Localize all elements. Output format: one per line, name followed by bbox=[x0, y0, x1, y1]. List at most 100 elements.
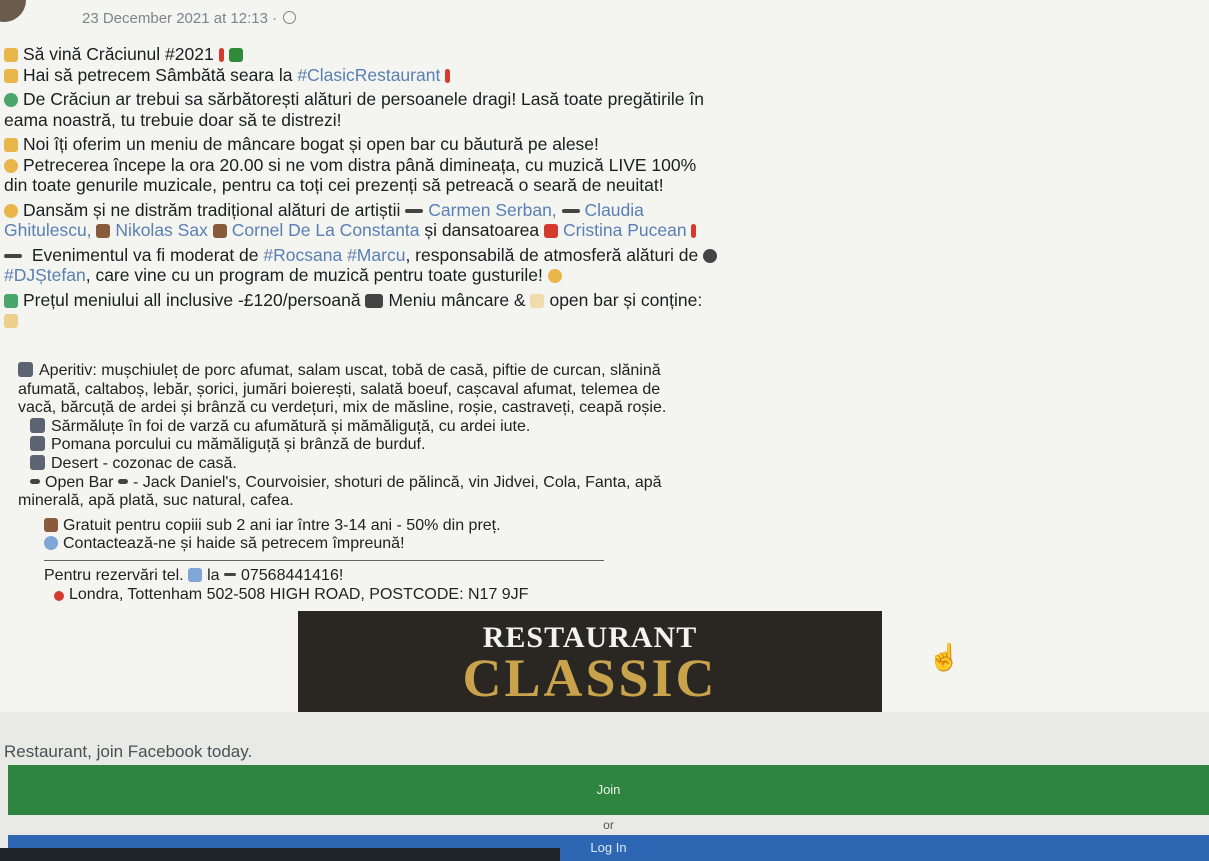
text-span: și dansatoarea bbox=[424, 220, 540, 240]
post-line: Petrecerea începe la ora 20.00 si ne vom… bbox=[4, 155, 1194, 176]
number-one-icon bbox=[18, 362, 33, 377]
banner-subtitle: CLASSIC bbox=[462, 648, 718, 708]
menu-item: Londra, Tottenham 502-508 HIGH ROAD, POS… bbox=[18, 586, 1138, 605]
text-span: Aperitiv: mușchiuleț de porc afumat, sal… bbox=[39, 362, 661, 379]
text-span: la bbox=[207, 566, 220, 584]
text-span: afumată, caltaboș, lebăr, șorici, jumări… bbox=[18, 380, 661, 398]
facebook-post: 23 December 2021 at 12:13 · Să vină Crăc… bbox=[0, 0, 1209, 712]
headphones-icon bbox=[703, 248, 718, 263]
menu-list: Aperitiv: mușchiuleț de porc afumat, sal… bbox=[18, 362, 1138, 604]
text-span: Desert - cozonac de casă. bbox=[51, 454, 237, 472]
text-span: Meniu mâncare & bbox=[388, 289, 526, 310]
menu-item: Open Bar - Jack Daniel's, Courvoisier, s… bbox=[18, 474, 1138, 493]
pointing-down-icon bbox=[4, 314, 18, 328]
post-line: #DJȘtefan, care vine cu un program de mu… bbox=[4, 265, 1194, 286]
post-line: Să vină Crăciunul #2021 bbox=[4, 44, 1194, 65]
text-span: Evenimentul va fi moderat de bbox=[31, 244, 259, 265]
exclamation-icon bbox=[218, 48, 224, 62]
text-span: , responsabilă de atmosferă alături de bbox=[405, 244, 699, 265]
artist-link[interactable]: Carmen Serban, bbox=[428, 200, 556, 220]
emoji-icon bbox=[4, 93, 18, 107]
text-span: Să vină Crăciunul #2021 bbox=[23, 44, 214, 64]
text-span: - Jack Daniel's, Courvoisier, shoturi de… bbox=[132, 473, 662, 491]
microphone-icon bbox=[405, 208, 424, 213]
post-line: Noi îți oferim un meniu de mâncare bogat… bbox=[4, 134, 1194, 155]
wink-icon bbox=[547, 269, 562, 283]
menu-item: Desert - cozonac de casă. bbox=[18, 454, 1138, 474]
taskbar bbox=[0, 848, 560, 861]
post-line: Hai să petrecem Sâmbătă seara la #Clasic… bbox=[4, 65, 1194, 86]
text-span: Pomana porcului cu mămăliguță și brânză … bbox=[51, 436, 426, 454]
menu-item: Sărmăluțe în foi de varză cu afumătură ș… bbox=[18, 417, 1138, 437]
timestamp-text[interactable]: 23 December 2021 at 12:13 · bbox=[82, 10, 277, 27]
menu-item: Pomana porcului cu mămăliguță și brânză … bbox=[18, 436, 1138, 455]
text-span: Open Bar bbox=[45, 473, 114, 491]
hashtag-link[interactable]: #Rocsana #Marcu bbox=[263, 245, 405, 265]
drink-icon bbox=[117, 478, 128, 484]
post-line: De Crăciun ar trebui sa sărbătorești ală… bbox=[4, 89, 1194, 110]
artist-link[interactable]: Cristina Pucean bbox=[563, 220, 687, 240]
text-span: vacă, bărcuță de ardei și brânză cu verd… bbox=[18, 399, 667, 417]
post-line: Dansăm și ne distrăm tradițional alături… bbox=[4, 200, 1194, 221]
text-span: Noi îți oferim un meniu de mâncare bogat… bbox=[23, 134, 599, 154]
text-span: Contactează-ne și haide să petrecem împr… bbox=[63, 535, 405, 553]
post-line: Ghitulescu, Nikolas Sax Cornel De La Con… bbox=[4, 220, 1194, 241]
text-span: De Crăciun ar trebui sa sărbătorești ală… bbox=[23, 89, 704, 109]
dancer-icon bbox=[544, 224, 559, 238]
drinks-icon bbox=[530, 293, 545, 308]
artist-link[interactable]: Claudia bbox=[585, 200, 644, 220]
text-span: , care vine cu un program de muzică pent… bbox=[85, 265, 543, 285]
food-icon bbox=[365, 293, 384, 308]
text-span: Gratuit pentru copiii sub 2 ani iar într… bbox=[63, 516, 501, 534]
post-line: Prețul meniului all inclusive -£120/pers… bbox=[4, 290, 1194, 311]
post-image[interactable]: RESTAURANT CLASSIC bbox=[298, 611, 882, 712]
menu-item: Aperitiv: mușchiuleț de porc afumat, sal… bbox=[18, 362, 1138, 381]
or-separator: or bbox=[8, 815, 1209, 835]
globe-icon bbox=[283, 11, 297, 24]
text-span: Hai să petrecem Sâmbătă seara la bbox=[23, 64, 293, 85]
number-four-icon bbox=[30, 454, 45, 470]
exclamation-icon bbox=[691, 224, 697, 238]
avatar[interactable] bbox=[0, 0, 26, 22]
menu-item: Pentru rezervări tel. la 07568441416! bbox=[18, 567, 1138, 586]
exclamation-icon bbox=[445, 68, 451, 83]
money-icon bbox=[4, 293, 18, 308]
post-header: 23 December 2021 at 12:13 · bbox=[0, 0, 1209, 34]
text-span: Sărmăluțe în foi de varză cu afumătură ș… bbox=[51, 417, 531, 435]
text-span: Pentru rezervări tel. bbox=[44, 566, 184, 584]
hand-cursor-icon: ☝ bbox=[928, 642, 961, 672]
number-two-icon bbox=[30, 417, 45, 433]
post-line bbox=[4, 310, 1194, 331]
artist-link[interactable]: Nikolas Sax bbox=[115, 220, 207, 240]
saxophone-icon bbox=[212, 224, 227, 238]
saxophone-icon bbox=[96, 224, 111, 238]
phone-icon bbox=[188, 567, 203, 582]
menu-item: vacă, bărcuță de ardei și brânză cu verd… bbox=[18, 399, 1138, 418]
text-span: open bar și conține: bbox=[549, 289, 703, 310]
telephone-receiver-icon bbox=[223, 572, 236, 576]
phone-number[interactable]: 07568441416! bbox=[241, 567, 343, 584]
speech-bubble-icon bbox=[44, 536, 58, 551]
join-button[interactable]: Join bbox=[8, 765, 1209, 815]
post-line: din toate genurile muzicale, pentru ca t… bbox=[4, 175, 1194, 196]
artist-link[interactable]: Ghitulescu, bbox=[4, 220, 92, 240]
hashtag-link[interactable]: #DJȘtefan bbox=[4, 265, 86, 285]
artist-link[interactable]: Cornel De La Constanta bbox=[232, 220, 420, 240]
text-span: Dansăm și ne distrăm tradițional alături… bbox=[23, 199, 401, 220]
microphone-icon bbox=[561, 208, 580, 213]
post-timestamp[interactable]: 23 December 2021 at 12:13 · bbox=[82, 10, 297, 27]
text-span: eama noastră, tu trebuie doar să te dist… bbox=[4, 109, 342, 130]
hashtag-link[interactable]: #ClasicRestaurant bbox=[297, 65, 440, 85]
menu-item: Gratuit pentru copiii sub 2 ani iar într… bbox=[18, 517, 1138, 536]
text-span: minerală, apă plată, suc natural, cafea. bbox=[18, 492, 294, 510]
tree-icon bbox=[228, 48, 243, 62]
microphone-icon bbox=[4, 253, 22, 258]
post-line: eama noastră, tu trebuie doar să te dist… bbox=[4, 110, 1194, 131]
post-line: Evenimentul va fi moderat de #Rocsana #M… bbox=[4, 245, 1194, 266]
emoji-icon bbox=[4, 68, 18, 83]
drink-icon bbox=[30, 478, 40, 484]
join-prompt-text: Restaurant, join Facebook today. bbox=[4, 742, 253, 761]
text-span: Prețul meniului all inclusive -£120/pers… bbox=[23, 289, 361, 310]
menu-item: minerală, apă plată, suc natural, cafea. bbox=[18, 492, 1138, 511]
number-three-icon bbox=[30, 436, 45, 452]
